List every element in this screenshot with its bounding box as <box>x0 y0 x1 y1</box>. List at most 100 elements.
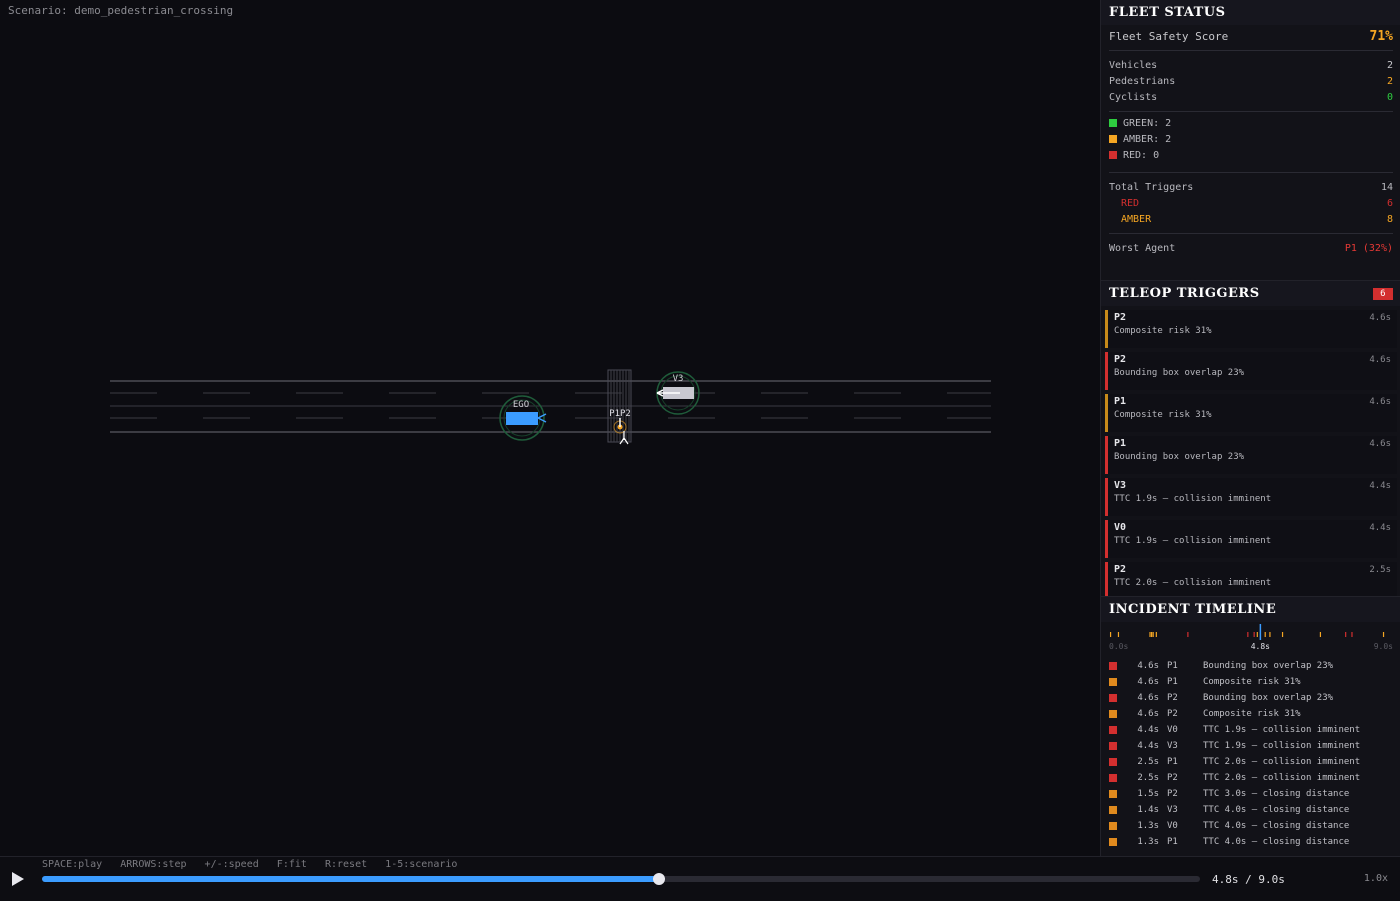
timeline-row[interactable]: 4.6s P2 Bounding box overlap 23% <box>1101 690 1400 706</box>
incident-message: TTC 2.0s — collision imminent <box>1203 757 1361 767</box>
timeline-row[interactable]: 1.5s P2 TTC 3.0s — closing distance <box>1101 786 1400 802</box>
severity-icon <box>1109 805 1117 814</box>
playback-scrubber[interactable] <box>42 873 1200 885</box>
trigger-time: 4.6s <box>1369 439 1391 449</box>
teleop-triggers-panel: TELEOP TRIGGERS 6 P2 4.6s Composite risk 3… <box>1101 280 1400 597</box>
timeline-row[interactable]: 1.3s P1 TTC 4.0s — closing distance <box>1101 834 1400 850</box>
scene-canvas[interactable]: Scenario: demo_pedestrian_crossing EGO V… <box>0 0 1100 856</box>
ego-heading-arrow <box>537 413 547 423</box>
incident-message: Composite risk 31% <box>1203 709 1301 719</box>
vehicles-value: 2 <box>1386 59 1393 71</box>
severity-icon <box>1109 837 1117 846</box>
speed-readout[interactable]: 1.0x <box>1364 873 1388 884</box>
trigger-item[interactable]: V0 4.4s TTC 1.9s — collision imminent <box>1105 520 1397 558</box>
incident-agent: P2 <box>1167 709 1178 719</box>
timeline-row[interactable]: 2.5s P1 TTC 2.0s — collision imminent <box>1101 754 1400 770</box>
fleet-status-title: FLEET STATUS <box>1101 0 1400 25</box>
trigger-item[interactable]: P1 4.6s Bounding box overlap 23% <box>1105 436 1397 474</box>
trigger-time: 4.6s <box>1369 355 1391 365</box>
incident-agent: V3 <box>1167 805 1178 815</box>
time-readout: 4.8s / 9.0s <box>1212 873 1285 886</box>
incident-agent: P2 <box>1167 789 1178 799</box>
incident-time: 2.5s <box>1137 773 1159 783</box>
trigger-agent: P1 <box>1114 438 1127 449</box>
vehicles-label: Vehicles <box>1109 59 1158 71</box>
v3-label: V3 <box>673 374 684 384</box>
worst-agent-label: Worst Agent <box>1109 242 1176 254</box>
timeline-title: INCIDENT TIMELINE <box>1101 597 1400 622</box>
red-swatch-icon <box>1109 151 1117 159</box>
amber-triggers-value: 8 <box>1386 213 1393 225</box>
trigger-item[interactable]: P2 4.6s Bounding box overlap 23% <box>1105 352 1397 390</box>
trigger-item[interactable]: P1 4.6s Composite risk 31% <box>1105 394 1397 432</box>
teleop-count-badge: 6 <box>1373 287 1393 300</box>
incident-time: 4.4s <box>1137 725 1159 735</box>
worst-agent-value[interactable]: P1 (32%) <box>1345 243 1393 254</box>
incident-time: 4.6s <box>1137 661 1159 671</box>
timeline-row[interactable]: 4.4s V0 TTC 1.9s — collision imminent <box>1101 722 1400 738</box>
pedestrians-value: 2 <box>1386 75 1393 87</box>
timeline-row[interactable]: 1.3s V0 TTC 4.0s — closing distance <box>1101 818 1400 834</box>
timeline-row[interactable]: 4.4s V3 TTC 1.9s — collision imminent <box>1101 738 1400 754</box>
trigger-message: TTC 1.9s — collision imminent <box>1114 536 1272 546</box>
keyboard-hints: SPACE:play ARROWS:step +/-:speed F:fit R… <box>42 859 458 870</box>
ego-label: EGO <box>513 400 529 410</box>
fleet-status-panel: FLEET STATUS Fleet Safety Score 71% Vehi… <box>1101 0 1400 280</box>
timeline-row[interactable]: 4.6s P2 Composite risk 31% <box>1101 706 1400 722</box>
trigger-message: Bounding box overlap 23% <box>1114 368 1245 378</box>
total-triggers-value: 14 <box>1380 181 1393 193</box>
incident-agent: P1 <box>1167 757 1178 767</box>
severity-icon <box>1109 821 1117 830</box>
timeline-track[interactable]: 0.0s 4.8s 9.0s <box>1109 622 1393 656</box>
pedestrian-labels: P1P2 <box>609 409 631 419</box>
incident-timeline-panel: INCIDENT TIMELINE 0.0s 4.8s 9.0s 4.6s P1 B… <box>1101 596 1400 857</box>
pedestrians-label: Pedestrians <box>1109 75 1176 87</box>
incident-message: Composite risk 31% <box>1203 677 1301 687</box>
incident-message: TTC 3.0s — closing distance <box>1203 789 1350 799</box>
incident-agent: P1 <box>1167 661 1178 671</box>
trigger-time: 4.6s <box>1369 397 1391 407</box>
trigger-item[interactable]: P2 4.6s Composite risk 31% <box>1105 310 1397 348</box>
timeline-row[interactable]: 2.5s P2 TTC 2.0s — collision imminent <box>1101 770 1400 786</box>
trigger-message: Composite risk 31% <box>1114 326 1212 336</box>
incident-agent: P1 <box>1167 677 1178 687</box>
severity-icon <box>1109 709 1117 718</box>
cyclists-value: 0 <box>1386 91 1393 103</box>
incident-message: TTC 1.9s — collision imminent <box>1203 725 1361 735</box>
playback-bar: SPACE:play ARROWS:step +/-:speed F:fit R… <box>0 856 1400 901</box>
severity-icon <box>1109 789 1117 798</box>
trigger-time: 4.4s <box>1369 523 1391 533</box>
trigger-agent: V3 <box>1114 480 1127 491</box>
amber-count: AMBER: 2 <box>1109 134 1393 150</box>
scrubber-handle[interactable] <box>653 873 666 885</box>
trigger-time: 4.4s <box>1369 481 1391 491</box>
timeline-row[interactable]: 4.6s P1 Bounding box overlap 23% <box>1101 658 1400 674</box>
incident-time: 1.5s <box>1137 789 1159 799</box>
red-triggers-value: 6 <box>1386 197 1393 209</box>
severity-icon <box>1109 677 1117 686</box>
trigger-agent: V0 <box>1114 522 1127 533</box>
trigger-item[interactable]: P2 2.5s TTC 2.0s — collision imminent <box>1105 562 1397 597</box>
timeline-row[interactable]: 4.6s P1 Composite risk 31% <box>1101 674 1400 690</box>
trigger-list[interactable]: P2 4.6s Composite risk 31% P2 4.6s Bounding b… <box>1101 310 1400 597</box>
cyclists-label: Cyclists <box>1109 91 1158 103</box>
trigger-message: Composite risk 31% <box>1114 410 1212 420</box>
severity-icon <box>1109 741 1117 750</box>
trigger-item[interactable]: V3 4.4s TTC 1.9s — collision imminent <box>1105 478 1397 516</box>
incident-agent: P2 <box>1167 773 1178 783</box>
timeline-row[interactable]: 1.4s V3 TTC 4.0s — closing distance <box>1101 802 1400 818</box>
trigger-agent: P1 <box>1114 396 1127 407</box>
severity-icon <box>1109 725 1117 734</box>
incident-time: 1.3s <box>1137 821 1159 831</box>
incident-message: Bounding box overlap 23% <box>1203 693 1334 703</box>
trigger-agent: P2 <box>1114 354 1127 365</box>
incident-time: 4.6s <box>1137 677 1159 687</box>
red-triggers-label: RED <box>1121 197 1140 209</box>
incident-message: TTC 2.0s — collision imminent <box>1203 773 1361 783</box>
side-panel: FLEET STATUS Fleet Safety Score 71% Vehi… <box>1100 0 1400 856</box>
incident-time: 4.6s <box>1137 693 1159 703</box>
timeline-list: 4.6s P1 Bounding box overlap 23% 4.6s P1 Comp… <box>1101 658 1400 850</box>
trigger-message: Bounding box overlap 23% <box>1114 452 1245 462</box>
play-icon[interactable] <box>10 871 26 887</box>
timeline-end-label: 9.0s <box>1373 642 1393 651</box>
